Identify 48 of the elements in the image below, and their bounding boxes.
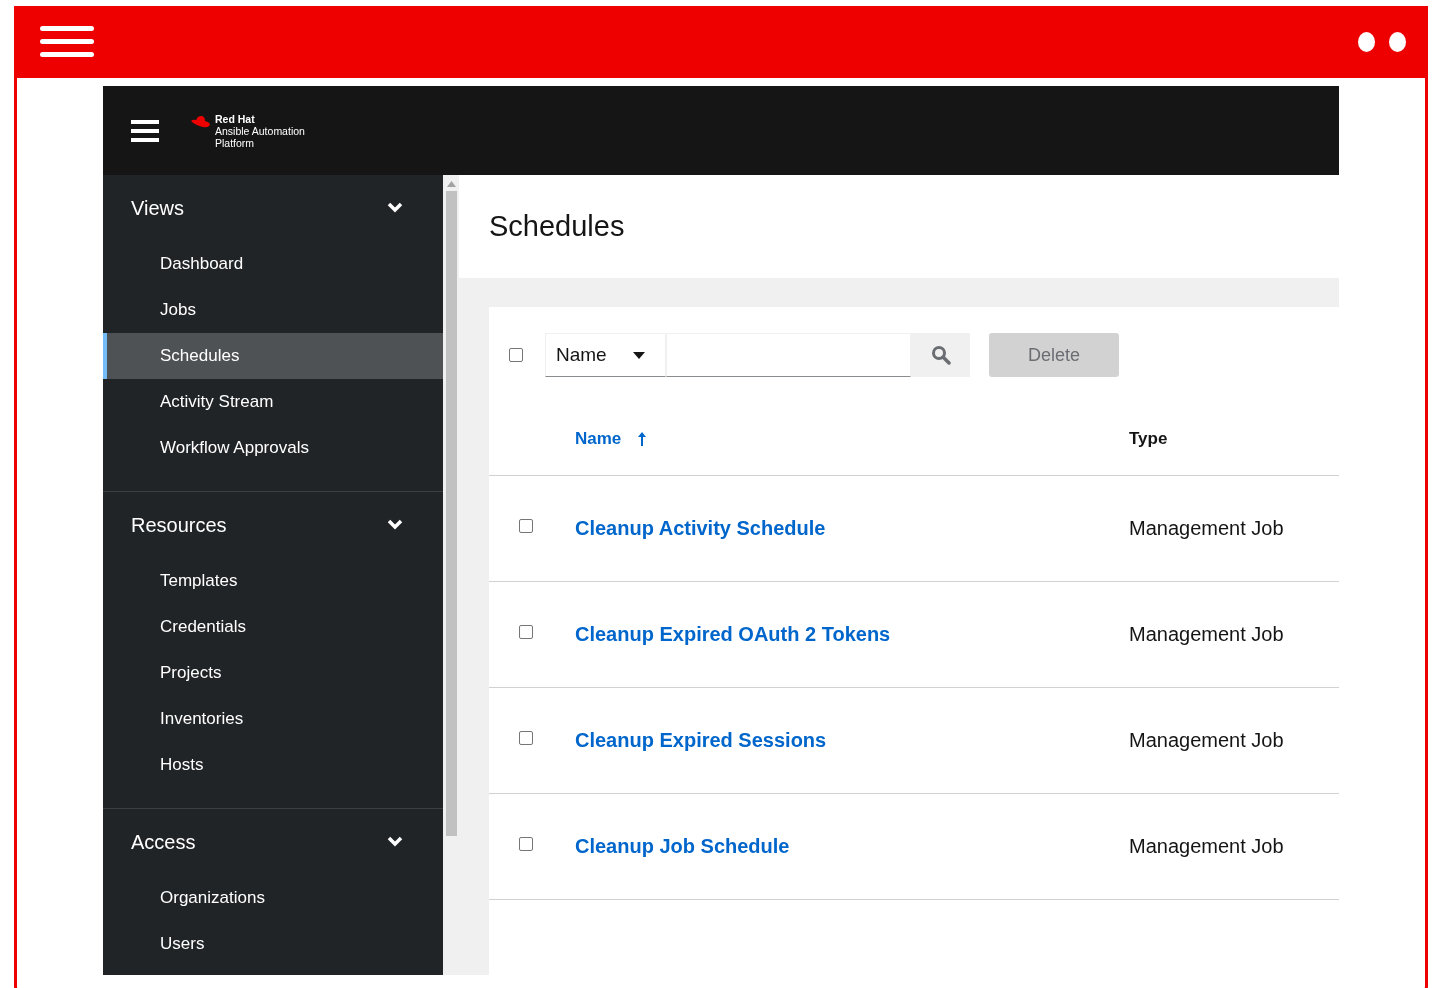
schedule-link[interactable]: Cleanup Job Schedule (575, 834, 790, 857)
checkbox[interactable] (519, 837, 533, 851)
chevron-icon (387, 519, 403, 531)
table-cell: Management Job (1129, 728, 1284, 751)
product-name: Ansible Automation (215, 124, 305, 137)
nav-item[interactable]: Credentials (103, 604, 443, 650)
checkbox[interactable] (519, 519, 533, 533)
caret-icon (633, 351, 645, 359)
nav-item[interactable]: Workflow Approvals (103, 425, 443, 471)
menu-icon[interactable] (131, 118, 159, 143)
column-header[interactable]: Name (575, 428, 648, 449)
chevron-icon (387, 836, 403, 848)
scrollbar[interactable] (443, 175, 459, 975)
table-cell: Management Job (1129, 834, 1284, 857)
chevron-icon (387, 202, 403, 214)
checkbox[interactable] (509, 348, 523, 362)
nav-item[interactable]: Dashboard (103, 241, 443, 287)
dot-icon (1358, 32, 1375, 52)
nav-group-toggle[interactable]: Views (103, 175, 443, 241)
nav-group-toggle[interactable]: Access (103, 809, 443, 875)
search-button[interactable] (911, 333, 970, 377)
nav-item[interactable]: Users (103, 921, 443, 967)
nav-item[interactable]: Organizations (103, 875, 443, 921)
nav-item[interactable]: Projects (103, 650, 443, 696)
product-name: Platform (215, 136, 256, 149)
nav-item[interactable]: Jobs (103, 287, 443, 333)
sort-arrow-icon (637, 430, 648, 447)
nav-item[interactable]: Schedules (103, 333, 443, 379)
column-header[interactable]: Type (1129, 428, 1168, 449)
table-cell: Management Job (1129, 516, 1284, 539)
schedule-link[interactable]: Cleanup Expired Sessions (575, 728, 827, 751)
schedule-link[interactable]: Cleanup Activity Schedule (575, 516, 826, 539)
checkbox[interactable] (519, 625, 533, 639)
brand-name: Red Hat (215, 112, 256, 125)
checkbox[interactable] (519, 731, 533, 745)
dot-icon (1389, 32, 1406, 52)
filter-dropdown[interactable]: Name (545, 333, 666, 377)
nav-item[interactable]: Inventories (103, 696, 443, 742)
table-cell: Management Job (1129, 622, 1284, 645)
nav-group-toggle[interactable]: Resources (103, 492, 443, 558)
nav-item[interactable]: Templates (103, 558, 443, 604)
nav-item[interactable]: Activity Stream (103, 379, 443, 425)
search-field[interactable] (666, 333, 911, 377)
nav-item[interactable]: Hosts (103, 742, 443, 788)
page-title: Schedules (489, 210, 625, 243)
search-icon (930, 345, 951, 365)
schedule-link[interactable]: Cleanup Expired OAuth 2 Tokens (575, 622, 891, 645)
hat-icon (191, 114, 211, 129)
